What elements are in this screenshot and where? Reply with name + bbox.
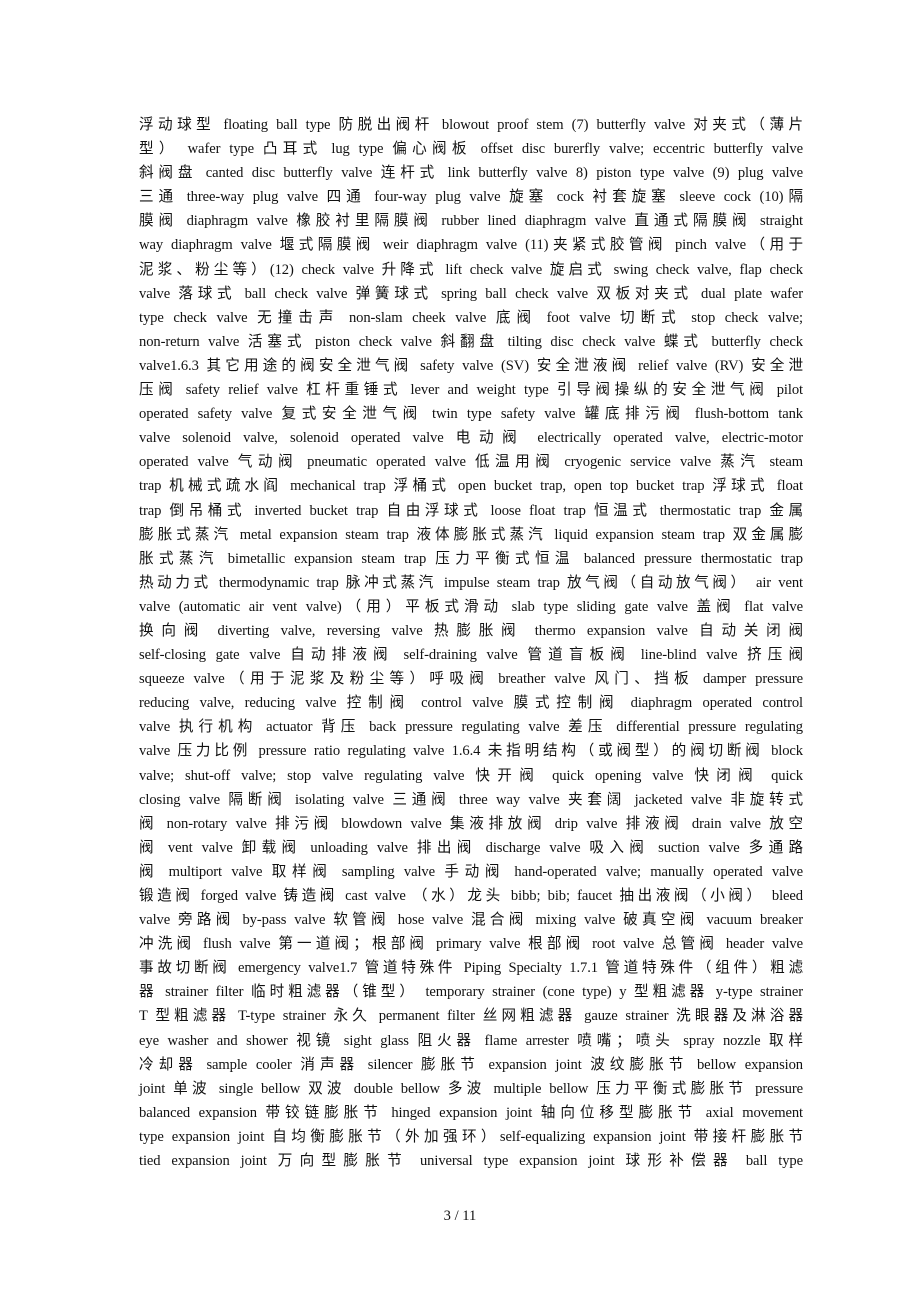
text-line: reducing valve, reducing valve 控制阀 contr… <box>139 695 803 712</box>
text-line: operated valve 气动阀 pneumatic operated va… <box>139 454 803 471</box>
text-line: 阀 multiport valve 取样阀 sampling valve 手动阀… <box>139 863 803 880</box>
text-line: trap 倒吊桶式 inverted bucket trap 自由浮球式 loo… <box>139 502 803 519</box>
text-line: 热动力式 thermodynamic trap 脉冲式蒸汽 impulse st… <box>139 574 803 591</box>
text-line: 膨胀式蒸汽 metal expansion steam trap 液体膨胀式蒸汽… <box>139 526 803 543</box>
text-line: eye washer and shower 视镜 sight glass 阻火器… <box>139 1032 803 1049</box>
text-line: self-closing gate valve 自动排液阀 self-drain… <box>139 647 803 664</box>
text-line: valve; shut-off valve; stop valve regula… <box>139 767 803 784</box>
text-line: 阀 vent valve 卸载阀 unloading valve 排出阀 dis… <box>139 839 803 856</box>
text-line: valve (automatic air vent valve)（用）平板式滑动… <box>139 598 803 615</box>
document-body: 浮动球型 floating ball type 防脱出阀杆 blowout pr… <box>139 113 803 1173</box>
text-line: valve 旁路阀 by-pass valve 软管阀 hose valve 混… <box>139 912 803 929</box>
text-line: 器 strainer filter 临时粗滤器（锥型） temporary st… <box>139 984 803 1001</box>
text-line: valve1.6.3 其它用途的阀安全泄气阀 safety valve (SV)… <box>139 357 803 374</box>
text-line: type check valve 无撞击声 non-slam cheek val… <box>139 309 803 326</box>
text-line: 阀 non-rotary valve 排污阀 blowdown valve 集液… <box>139 815 803 832</box>
text-line: non-return valve 活塞式 piston check valve … <box>139 333 803 350</box>
text-line: type expansion joint 自均衡膨胀节（外加强环）self-eq… <box>139 1128 803 1145</box>
text-line: T 型粗滤器 T-type strainer 永久 permanent filt… <box>139 1008 803 1025</box>
text-line: 斜阀盘 canted disc butterfly valve 连杆式 link… <box>139 165 803 182</box>
text-line: 浮动球型 floating ball type 防脱出阀杆 blowout pr… <box>139 117 803 133</box>
text-line: way diaphragm valve 堰式隔膜阀 weir diaphragm… <box>139 237 803 254</box>
text-line: operated safety valve 复式安全泄气阀 twin type … <box>139 406 803 423</box>
text-line: valve 压力比例 pressure ratio regulating val… <box>139 743 803 760</box>
text-line: 锻造阀 forged valve 铸造阀 cast valve （水）龙头 bi… <box>139 888 803 904</box>
text-line: 型） wafer type 凸耳式 lug type 偏心阀板 offset d… <box>139 141 803 158</box>
text-line: 膜阀 diaphragm valve 橡胶衬里隔膜阀 rubber lined … <box>139 213 803 230</box>
text-line: closing valve 隔断阀 isolating valve 三通阀 th… <box>139 791 803 808</box>
text-line: 冲洗阀 flush valve 第一道阀；根部阀 primary valve 根… <box>139 936 803 953</box>
text-line: squeeze valve（用于泥浆及粉尘等）呼吸阀 breather valv… <box>139 671 803 688</box>
text-line: valve 执行机构 actuator 背压 back pressure reg… <box>139 719 803 736</box>
text-line: 胀式蒸汽 bimetallic expansion steam trap 压力平… <box>139 550 803 567</box>
text-line: 三通 three-way plug valve 四通 four-way plug… <box>139 189 803 206</box>
text-line: 压阀 safety relief valve 杠杆重锤式 lever and w… <box>139 382 803 399</box>
text-line: tied expansion joint 万向型膨胀节 universal ty… <box>139 1153 803 1170</box>
page-number: 3 / 11 <box>443 1208 477 1224</box>
text-line: balanced expansion 带铰链膨胀节 hinged expansi… <box>139 1104 803 1121</box>
text-line: trap 机械式疏水阎 mechanical trap 浮桶式 open buc… <box>139 478 803 495</box>
text-line: valve 落球式 ball check valve 弹簧球式 spring b… <box>139 285 803 302</box>
text-line: valve solenoid valve, solenoid operated … <box>139 430 803 447</box>
text-line: 泥浆、粉尘等）(12) check valve 升降式 lift check v… <box>139 261 803 278</box>
text-line: 冷却器 sample cooler 消声器 silencer 膨胀节 expan… <box>139 1056 803 1073</box>
text-line: joint 单波 single bellow 双波 double bellow … <box>139 1080 803 1097</box>
document-page: 浮动球型 floating ball type 防脱出阀杆 blowout pr… <box>0 0 920 1302</box>
text-line: 事故切断阀 emergency valve1.7 管道特殊件 Piping Sp… <box>139 960 803 977</box>
text-line: 换向阀 diverting valve, reversing valve 热膨胀… <box>139 622 803 639</box>
